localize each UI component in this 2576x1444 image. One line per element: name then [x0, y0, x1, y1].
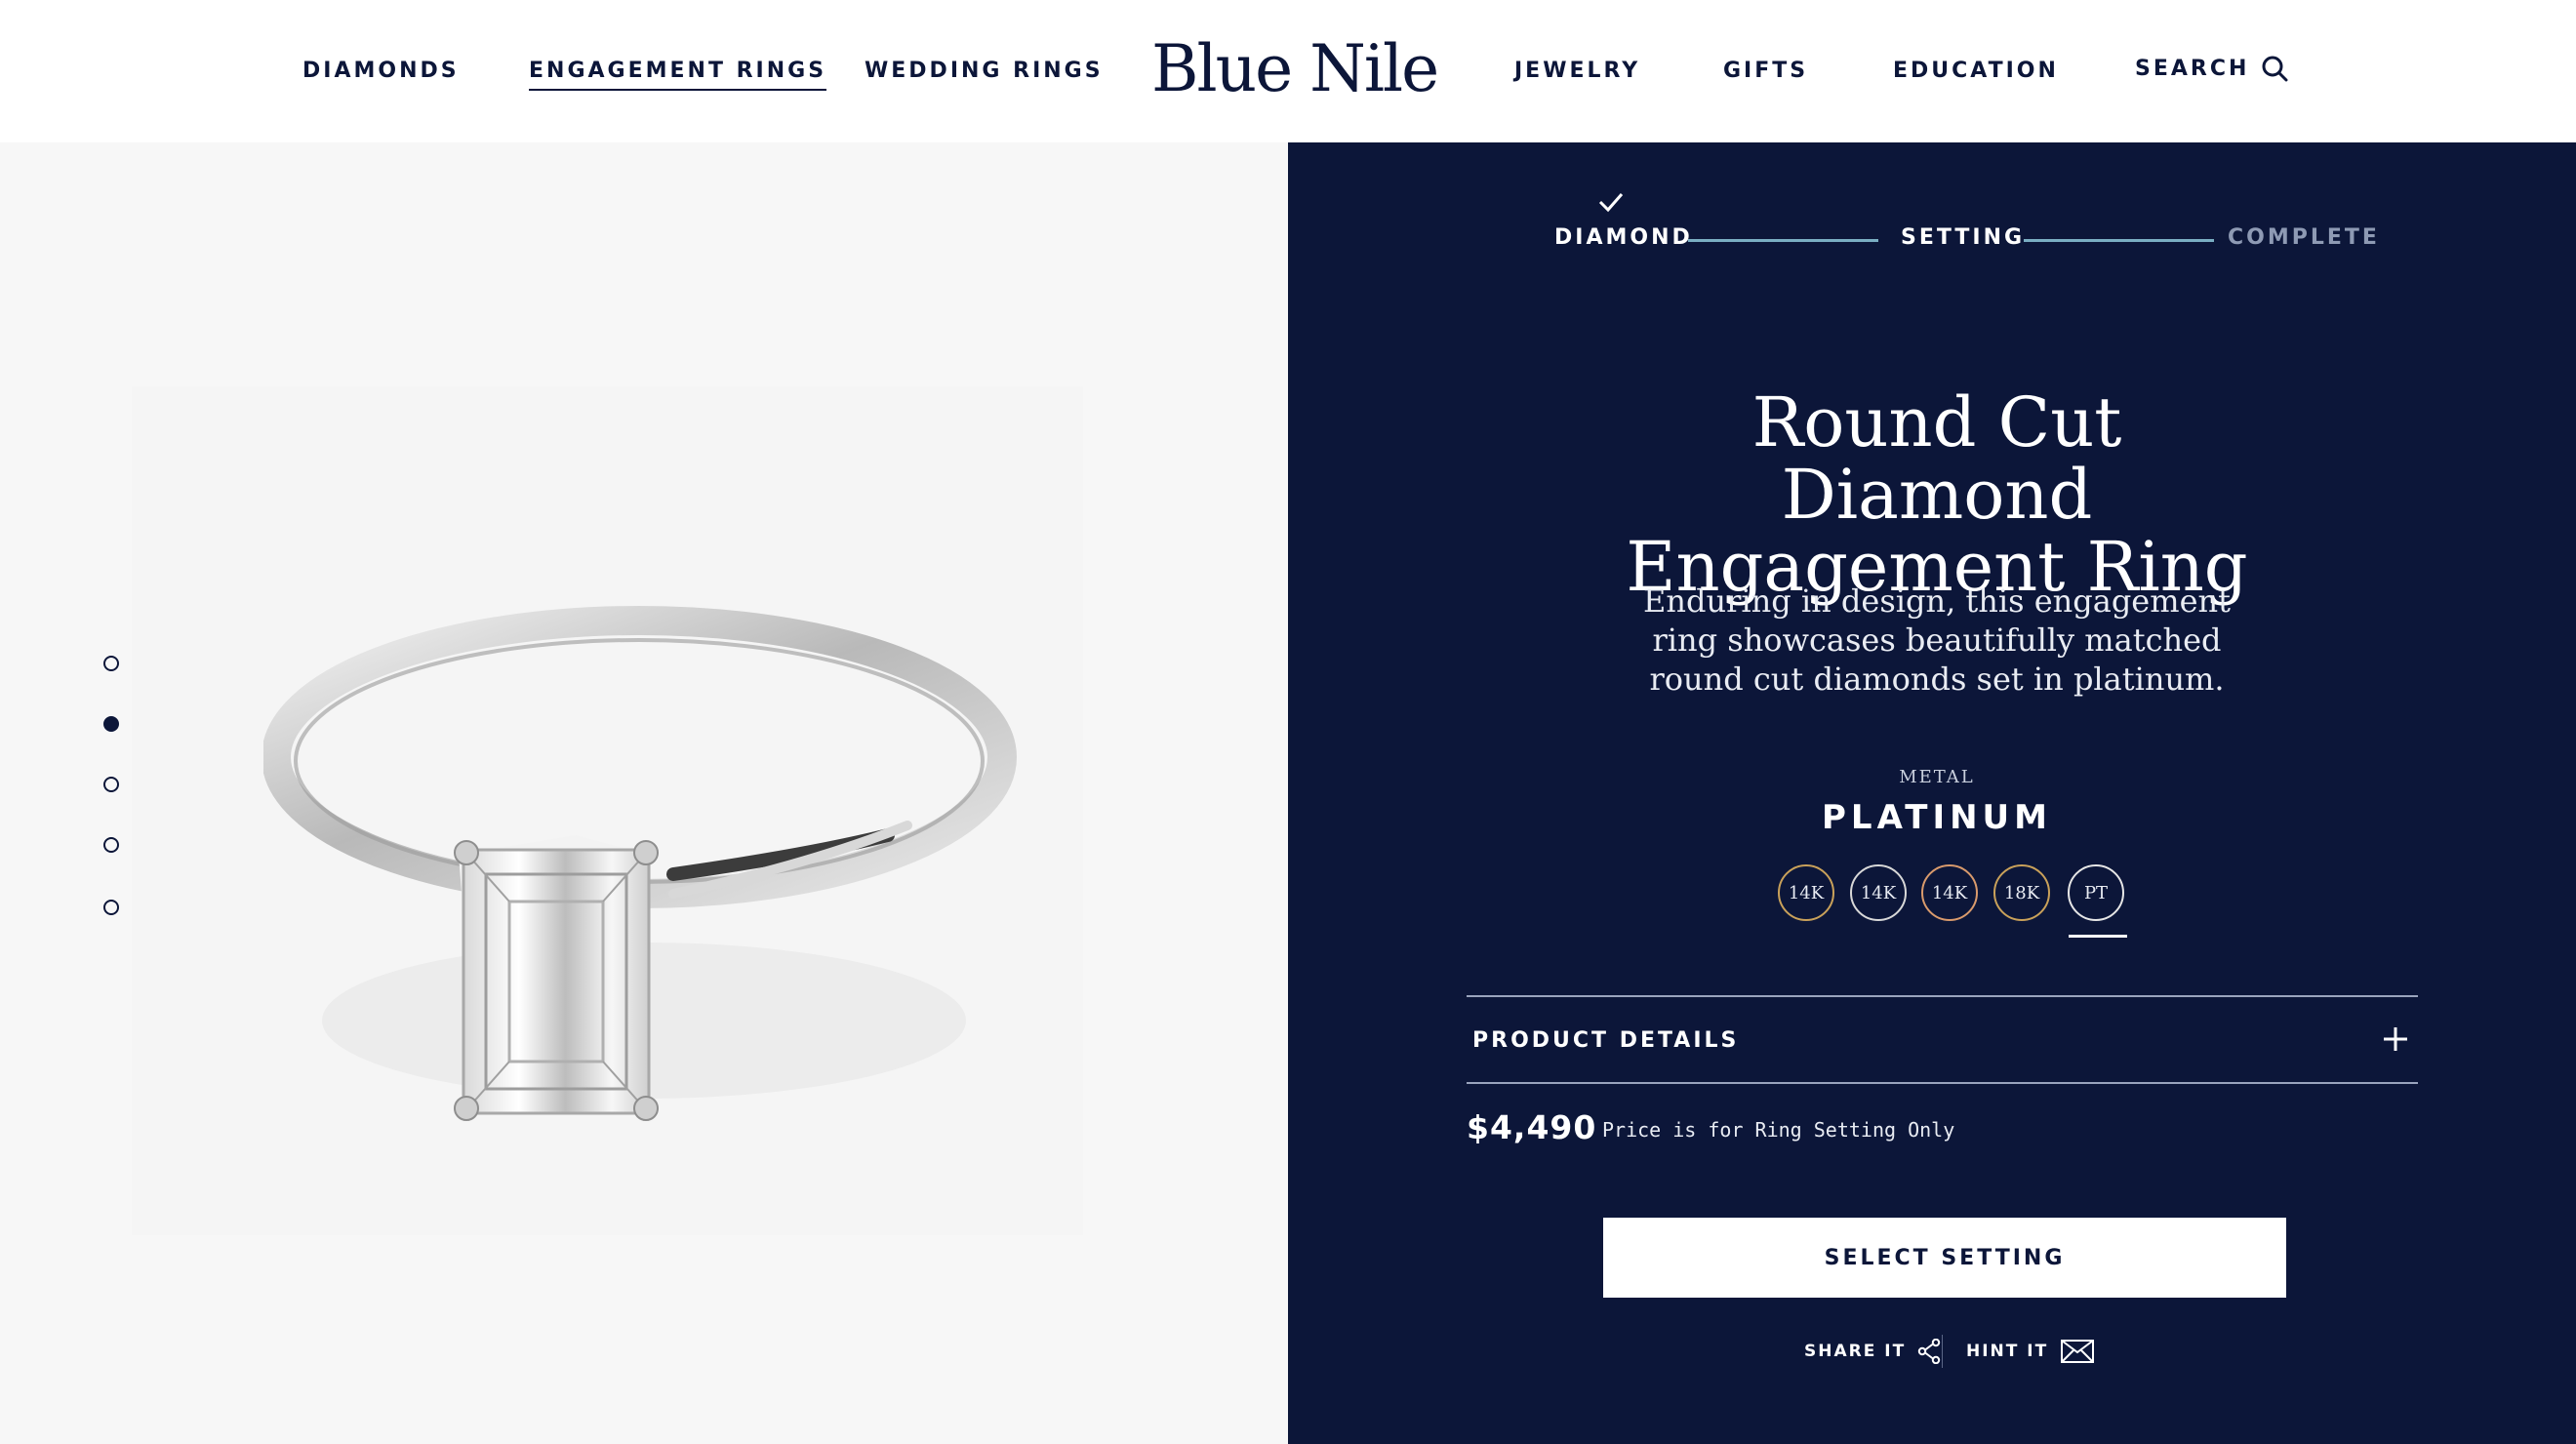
gallery-dot-1[interactable] [103, 656, 119, 671]
plus-icon [2384, 1027, 2407, 1051]
nav-jewelry[interactable]: JEWELRY [1514, 59, 1640, 83]
hint-label: HINT IT [1966, 1342, 2049, 1361]
nav-wedding-rings[interactable]: WEDDING RINGS [865, 59, 1104, 83]
metal-label: METAL [1899, 767, 1975, 787]
product-details-label: PRODUCT DETAILS [1472, 1028, 1740, 1053]
share-label: SHARE IT [1804, 1342, 1907, 1361]
search-button[interactable]: SEARCH [2135, 55, 2288, 82]
hint-button[interactable]: HINT IT [1966, 1339, 2095, 1364]
metal-option-14k-yellow[interactable]: 14K [1778, 864, 1834, 921]
metal-option-14k-rose[interactable]: 14K [1921, 864, 1978, 921]
share-separator [1942, 1335, 1943, 1368]
step-setting[interactable]: SETTING [1901, 225, 2025, 250]
step-connector-2 [2024, 239, 2214, 242]
share-button[interactable]: SHARE IT [1804, 1339, 1941, 1364]
blue-nile-logo[interactable]: Blue Nile [1151, 31, 1439, 106]
product-description: Enduring in design, this engagement ring… [1643, 582, 2231, 698]
divider-bottom [1467, 1082, 2418, 1084]
metal-option-platinum[interactable]: PT [2068, 864, 2124, 921]
select-setting-button[interactable]: SELECT SETTING [1603, 1218, 2286, 1298]
product-details-toggle[interactable]: PRODUCT DETAILS [1467, 997, 2418, 1083]
metal-value: PLATINUM [1822, 798, 2052, 837]
metal-option-14k-white[interactable]: 14K [1850, 864, 1907, 921]
share-icon [1917, 1339, 1941, 1364]
site-header: DIAMONDS ENGAGEMENT RINGS WEDDING RINGS … [0, 0, 2576, 142]
nav-engagement-rings[interactable]: ENGAGEMENT RINGS [529, 59, 827, 91]
nav-diamonds[interactable]: DIAMONDS [302, 59, 460, 83]
gallery-dot-5[interactable] [103, 900, 119, 915]
nav-education[interactable]: EDUCATION [1893, 59, 2059, 83]
step-connector-1 [1688, 239, 1878, 242]
selected-metal-indicator [2069, 935, 2127, 938]
metal-option-18k[interactable]: 18K [1993, 864, 2050, 921]
ring-product-image [263, 606, 1017, 1121]
gallery-dot-4[interactable] [103, 837, 119, 853]
gallery-dot-3[interactable] [103, 777, 119, 792]
step-diamond[interactable]: DIAMOND [1554, 225, 1693, 250]
price-note: Price is for Ring Setting Only [1602, 1118, 1955, 1142]
gallery-dot-2[interactable] [103, 716, 119, 732]
product-panel: DIAMOND SETTING COMPLETE Round Cut Diamo… [1288, 142, 2576, 1444]
search-icon [2262, 56, 2288, 82]
step-complete: COMPLETE [2228, 225, 2380, 250]
nav-gifts[interactable]: GIFTS [1723, 59, 1808, 83]
product-price: $4,490 [1467, 1108, 1597, 1146]
product-gallery [0, 142, 1288, 1444]
checkmark-icon [1598, 193, 1624, 213]
search-label: SEARCH [2135, 56, 2250, 81]
envelope-icon [2061, 1340, 2095, 1363]
product-title: Round Cut Diamond Engagement Ring [1626, 382, 2248, 607]
